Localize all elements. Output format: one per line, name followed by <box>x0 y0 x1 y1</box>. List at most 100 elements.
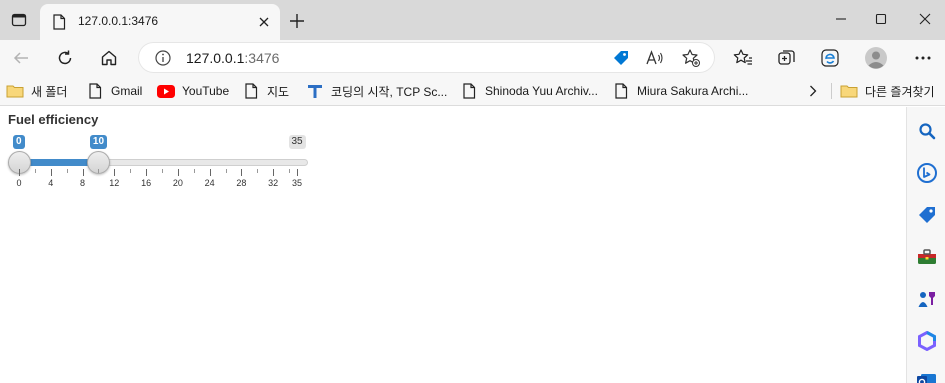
youtube-icon <box>157 82 175 100</box>
favorite-item[interactable]: YouTube <box>157 82 229 100</box>
collections-icon <box>778 50 795 65</box>
favorite-item[interactable]: 새 폴더 <box>6 82 67 100</box>
favorite-label: YouTube <box>182 84 230 98</box>
page-icon <box>460 82 478 100</box>
games-icon <box>918 292 935 307</box>
edge-extension-button[interactable] <box>816 44 844 72</box>
avatar-icon <box>865 47 887 69</box>
favorites-bar: 새 폴더 Gmail YouTube 지도 코딩의 시작, TCP Sc... … <box>0 76 945 106</box>
maximize-icon <box>875 13 887 25</box>
slider-tick-label: 8 <box>80 178 86 188</box>
sidebar-shopping-button[interactable] <box>915 203 939 227</box>
slider-minor-tick <box>161 169 163 173</box>
slider-tick-label: 0 <box>16 178 22 188</box>
tab-strip: 127.0.0.1:3476 <box>0 0 945 40</box>
favorites-button[interactable] <box>729 44 757 72</box>
sidebar-office-button[interactable] <box>915 329 939 353</box>
slider-major-tick <box>146 169 148 176</box>
favorite-item[interactable]: Miura Sakura Archi... <box>612 82 748 100</box>
refresh-button[interactable] <box>51 44 79 72</box>
slider-minor-tick <box>257 169 259 173</box>
page-icon <box>86 82 104 100</box>
star-add-icon <box>682 49 700 67</box>
sidebar-search-button[interactable] <box>915 119 939 143</box>
slider-major-tick <box>114 169 116 176</box>
folder-icon <box>840 82 858 100</box>
toolbox-icon <box>918 249 936 264</box>
url-port: :3476 <box>244 50 280 66</box>
slider-max-label: 35 <box>288 135 306 149</box>
settings-menu-button[interactable] <box>909 44 937 72</box>
favorite-item[interactable]: 코딩의 시작, TCP Sc... <box>306 82 447 100</box>
minimize-icon <box>836 18 846 20</box>
slider-minor-tick <box>225 169 227 173</box>
sidebar-games-button[interactable] <box>915 287 939 311</box>
profile-button[interactable] <box>862 44 890 72</box>
slider-tick-label: 28 <box>236 178 247 188</box>
sidebar-tools-button[interactable] <box>915 245 939 269</box>
slider-minor-tick <box>289 169 291 173</box>
sidebar-bing-button[interactable] <box>915 161 939 185</box>
tab-actions-icon <box>11 13 27 27</box>
slider-tick-label: 24 <box>204 178 215 188</box>
slider-ticks: 0 4 8 12 16 20 24 28 32 35 <box>0 169 320 199</box>
read-aloud-icon <box>646 50 663 65</box>
folder-icon <box>6 82 24 100</box>
slider-tick-label: 12 <box>109 178 120 188</box>
slider-major-tick <box>273 169 275 176</box>
coupon-tag-button[interactable] <box>610 47 632 69</box>
favorite-label: Gmail <box>111 84 143 98</box>
close-tab-button[interactable] <box>254 12 274 32</box>
favorite-item[interactable]: Shinoda Yuu Archiv... <box>460 82 598 100</box>
bing-chat-icon <box>917 163 937 183</box>
toolbar: 127.0.0.1:3476 <box>0 40 945 76</box>
add-favorite-button[interactable] <box>680 47 702 69</box>
favorite-label: 새 폴더 <box>31 84 68 99</box>
page-content: Fuel efficiency 0 10 35 0 4 8 12 16 20 24 28 32 3… <box>0 107 906 383</box>
favorites-divider <box>831 83 832 99</box>
maximize-button[interactable] <box>866 6 896 32</box>
favorite-label: Miura Sakura Archi... <box>637 84 749 98</box>
active-tab[interactable]: 127.0.0.1:3476 <box>40 4 280 40</box>
sidebar-outlook-button[interactable] <box>915 369 939 383</box>
slider-from-value: 0 <box>13 135 25 149</box>
home-button[interactable] <box>95 44 123 72</box>
slider-major-tick <box>209 169 211 176</box>
slider-minor-tick <box>98 169 100 173</box>
page-icon <box>612 82 630 100</box>
url-text[interactable]: 127.0.0.1:3476 <box>186 50 279 66</box>
more-dots-icon <box>915 56 931 60</box>
favorite-label: 지도 <box>267 84 290 99</box>
more-favorites-button[interactable] <box>804 82 822 100</box>
tag-icon <box>614 51 628 65</box>
address-bar[interactable]: 127.0.0.1:3476 <box>138 42 715 73</box>
read-aloud-button[interactable] <box>644 47 666 69</box>
info-icon[interactable] <box>154 49 172 67</box>
slider-to-value: 10 <box>89 135 108 149</box>
slider-major-tick <box>177 169 179 176</box>
close-window-button[interactable] <box>910 6 940 32</box>
slider-major-tick <box>50 169 52 176</box>
back-button[interactable] <box>7 44 35 72</box>
minimize-button[interactable] <box>826 6 856 32</box>
slider-major-tick <box>297 169 298 176</box>
slider-minor-tick <box>193 169 195 173</box>
tab-actions-button[interactable] <box>0 0 38 40</box>
slider-minor-tick <box>34 169 36 173</box>
new-tab-button[interactable] <box>286 10 308 32</box>
page-icon <box>242 82 260 100</box>
chevron-right-icon <box>810 85 817 97</box>
favorite-label: 코딩의 시작, TCP Sc... <box>331 84 448 99</box>
other-favorites-item[interactable]: 다른 즐겨찾기 <box>840 82 935 100</box>
slider-minor-tick <box>130 169 132 173</box>
slider-tick-label: 32 <box>268 178 279 188</box>
slider-tick-label: 16 <box>141 178 152 188</box>
favorite-item[interactable]: Gmail <box>86 82 142 100</box>
slider-label: Fuel efficiency <box>8 112 99 127</box>
favorite-item[interactable]: 지도 <box>242 82 289 100</box>
slider-major-tick <box>82 169 84 176</box>
collections-button[interactable] <box>773 44 801 72</box>
slider-minor-tick <box>66 169 68 173</box>
outlook-icon <box>917 374 936 383</box>
other-favorites-label: 다른 즐겨찾기 <box>865 84 935 99</box>
